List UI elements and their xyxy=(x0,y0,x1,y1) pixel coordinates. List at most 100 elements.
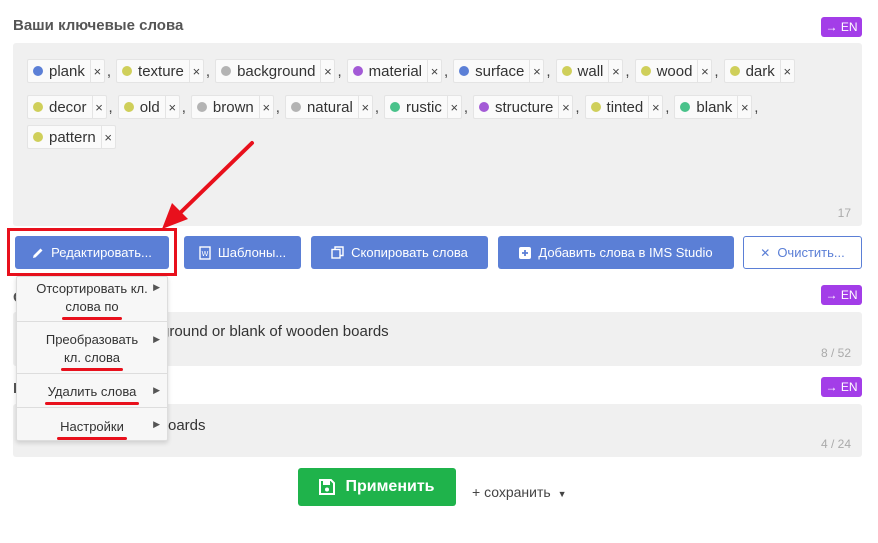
keyword-item: rustic ×, xyxy=(383,95,468,119)
apply-button[interactable]: Применить xyxy=(298,468,456,506)
keyword-chip[interactable]: wood × xyxy=(634,59,713,83)
keyword-chip[interactable]: plank × xyxy=(27,59,105,83)
keyword-chip[interactable]: pattern × xyxy=(27,125,116,149)
keyword-label: brown xyxy=(212,98,254,116)
keyword-remove-icon[interactable]: × xyxy=(357,96,372,118)
keyword-remove-icon[interactable]: × xyxy=(89,60,104,82)
keyword-separator: , xyxy=(337,62,342,80)
description-translate-button[interactable]: → EN xyxy=(821,285,862,305)
keyword-color-dot xyxy=(352,66,363,76)
keyword-label: background xyxy=(237,62,316,80)
keyword-chip[interactable]: natural × xyxy=(284,95,373,119)
keyword-remove-icon[interactable]: × xyxy=(737,96,751,118)
keyword-item: dark × xyxy=(723,59,795,83)
keyword-remove-icon[interactable]: × xyxy=(697,60,711,82)
keyword-chip[interactable]: old × xyxy=(117,95,180,119)
description-text: ground or blank of wooden boards xyxy=(161,323,389,340)
keyword-chip[interactable]: tinted × xyxy=(584,95,664,119)
keyword-item: wall ×, xyxy=(555,59,630,83)
keyword-color-dot xyxy=(459,66,470,76)
save-dropdown-link[interactable]: + сохранить ▼ xyxy=(472,484,567,500)
keyword-chip[interactable]: background × xyxy=(215,59,336,83)
keyword-remove-icon[interactable]: × xyxy=(779,60,794,82)
title-translate-button[interactable]: → EN xyxy=(821,377,862,397)
keyword-remove-icon[interactable]: × xyxy=(188,60,203,82)
menu-item-delete[interactable]: Удалить слова ▶ xyxy=(17,374,167,408)
menu-item-convert[interactable]: Преобразовать кл. слова ▶ xyxy=(17,322,167,374)
menu-item-sort[interactable]: Отсортировать кл. слова по ▶ xyxy=(17,277,167,322)
menu-item-sort-line1: Отсортировать кл. xyxy=(36,281,148,296)
keyword-color-dot xyxy=(590,102,601,112)
keyword-label: old xyxy=(139,98,160,116)
keyword-label: wood xyxy=(656,62,693,80)
templates-button[interactable]: W Шаблоны... xyxy=(184,236,301,269)
keyword-chip[interactable]: brown × xyxy=(190,95,274,119)
menu-item-settings[interactable]: Настройки ▶ xyxy=(17,408,167,441)
keyword-chip[interactable]: texture × xyxy=(116,59,204,83)
keyword-label: decor xyxy=(49,98,87,116)
keyword-chip[interactable]: rustic × xyxy=(383,95,462,119)
keyword-label: blank xyxy=(696,98,733,116)
keyword-color-dot xyxy=(123,102,134,112)
keyword-remove-icon[interactable]: × xyxy=(529,60,543,82)
keyword-separator: , xyxy=(714,62,719,80)
keyword-chip[interactable]: dark × xyxy=(723,59,795,83)
keyword-remove-icon[interactable]: × xyxy=(648,96,662,118)
keyword-remove-icon[interactable]: × xyxy=(164,96,179,118)
clear-button[interactable]: ✕ Очистить... xyxy=(743,236,862,269)
keyword-remove-icon[interactable]: × xyxy=(320,60,334,82)
keyword-remove-icon[interactable]: × xyxy=(608,60,622,82)
keywords-translate-button[interactable]: → EN xyxy=(821,17,862,37)
keyword-separator: , xyxy=(444,62,449,80)
keyword-color-dot xyxy=(196,102,207,112)
keyword-item: background ×, xyxy=(215,59,342,83)
keyword-color-dot xyxy=(33,102,43,112)
keyword-color-dot xyxy=(290,102,301,112)
keyword-count: 17 xyxy=(837,206,851,220)
chevron-right-icon: ▶ xyxy=(153,385,160,395)
keywords-box[interactable]: plank ×, texture ×, background ×, material ×, su… xyxy=(13,43,862,226)
svg-text:W: W xyxy=(201,250,208,258)
keyword-label: structure xyxy=(495,98,554,116)
keyword-color-dot xyxy=(33,132,43,142)
add-to-ims-button[interactable]: Добавить слова в IMS Studio xyxy=(498,236,734,269)
caret-down-icon: ▼ xyxy=(557,489,567,499)
keyword-chip[interactable]: structure × xyxy=(473,95,574,119)
apply-button-label: Применить xyxy=(345,478,435,495)
keyword-chip[interactable]: wall × xyxy=(555,59,624,83)
keyword-color-dot xyxy=(122,66,133,76)
keyword-chip[interactable]: decor × xyxy=(27,95,107,119)
chevron-right-icon: ▶ xyxy=(153,334,160,344)
keyword-color-dot xyxy=(640,66,651,76)
title-count: 4 / 24 xyxy=(820,437,851,451)
highlight-frame xyxy=(7,228,177,276)
keyword-chip[interactable]: blank × xyxy=(674,95,753,119)
keyword-remove-icon[interactable]: × xyxy=(558,96,572,118)
plus-square-icon xyxy=(519,246,532,259)
keyword-separator: , xyxy=(463,98,468,116)
keyword-remove-icon[interactable]: × xyxy=(258,96,273,118)
keyword-item: structure ×, xyxy=(473,95,580,119)
keyword-remove-icon[interactable]: × xyxy=(446,96,461,118)
keyword-color-dot xyxy=(680,102,691,112)
close-icon: ✕ xyxy=(760,245,771,260)
keyword-remove-icon[interactable]: × xyxy=(91,96,106,118)
keyword-item: old ×, xyxy=(117,95,186,119)
keyword-item: plank ×, xyxy=(27,59,111,83)
keyword-chip[interactable]: material × xyxy=(346,59,442,83)
title-text: oards xyxy=(168,417,206,434)
chevron-right-icon: ▶ xyxy=(153,282,160,292)
keyword-label: tinted xyxy=(606,98,644,116)
keyword-item: surface ×, xyxy=(453,59,551,83)
keyword-label: rustic xyxy=(405,98,442,116)
keyword-label: pattern xyxy=(49,128,96,146)
keyword-item: brown ×, xyxy=(190,95,280,119)
menu-item-convert-line1: Преобразовать xyxy=(45,332,139,347)
keyword-remove-icon[interactable]: × xyxy=(427,60,441,82)
copy-words-button[interactable]: Скопировать слова xyxy=(311,236,488,269)
keyword-color-dot xyxy=(561,66,572,76)
keyword-color-dot xyxy=(33,66,43,76)
keyword-label: texture xyxy=(138,62,184,80)
keyword-remove-icon[interactable]: × xyxy=(100,126,115,148)
keyword-chip[interactable]: surface × xyxy=(453,59,545,83)
